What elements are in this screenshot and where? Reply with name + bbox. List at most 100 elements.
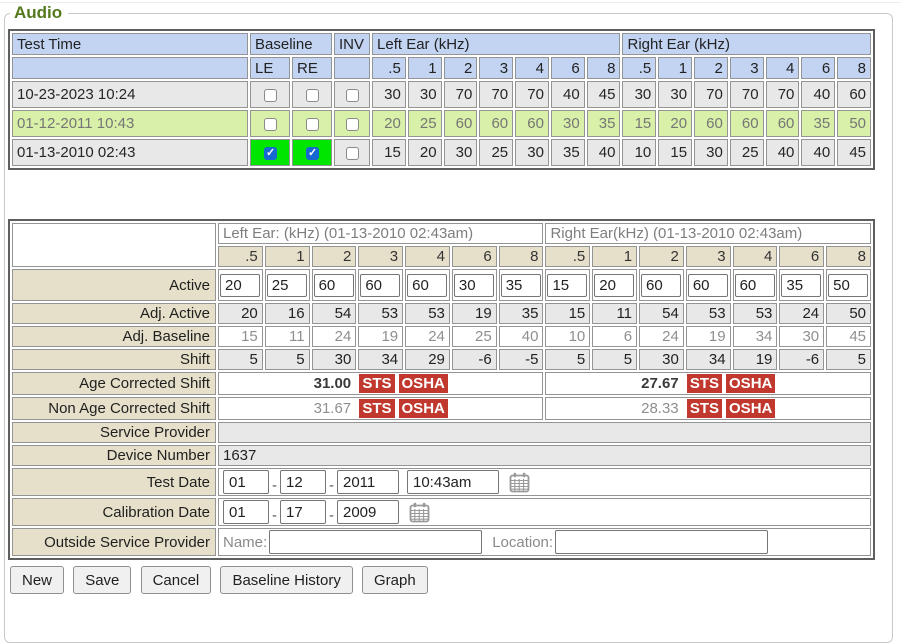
inv-checkbox[interactable] xyxy=(346,89,359,102)
inv-checkbox[interactable] xyxy=(346,147,359,160)
baseline-le-checkbox-checked[interactable] xyxy=(264,147,277,160)
baseline-re-cell[interactable] xyxy=(292,139,332,166)
active-threshold-input[interactable] xyxy=(407,274,447,297)
test-date-month-input[interactable] xyxy=(223,470,269,494)
new-button[interactable]: New xyxy=(10,566,64,594)
calibration-month-input[interactable] xyxy=(223,500,269,524)
baseline-history-button[interactable]: Baseline History xyxy=(220,566,352,594)
baseline-re-cell[interactable] xyxy=(292,110,332,137)
active-threshold-input[interactable] xyxy=(547,274,587,297)
date-separator: - xyxy=(329,477,334,494)
non-age-corrected-right-cell: 28.33 STSOSHA xyxy=(545,397,871,420)
adj-baseline-cell: 19 xyxy=(686,326,731,347)
threshold-cell: 20 xyxy=(658,110,692,137)
adj-active-cell: 53 xyxy=(733,303,778,324)
adj-baseline-cell: 24 xyxy=(405,326,450,347)
baseline-le-cell[interactable] xyxy=(250,139,290,166)
inv-cell[interactable] xyxy=(334,110,370,137)
audio-tests-table: Test Time Baseline INV Left Ear (kHz) Ri… xyxy=(8,29,875,170)
baseline-re-cell[interactable] xyxy=(292,81,332,108)
baseline-le-cell[interactable] xyxy=(250,110,290,137)
adj-baseline-cell: 24 xyxy=(312,326,357,347)
col-inv: INV xyxy=(334,33,370,55)
active-threshold-input[interactable] xyxy=(360,274,400,297)
active-threshold-input[interactable] xyxy=(314,274,354,297)
test-date-year-input[interactable] xyxy=(337,470,399,494)
graph-button[interactable]: Graph xyxy=(362,566,428,594)
baseline-re-checkbox[interactable] xyxy=(306,89,319,102)
active-cell xyxy=(545,269,590,301)
freq-header: 1 xyxy=(592,246,637,267)
adj-baseline-cell: 40 xyxy=(499,326,544,347)
service-provider-row: Service Provider xyxy=(12,422,871,443)
active-threshold-input[interactable] xyxy=(454,274,494,297)
adj-baseline-cell: 34 xyxy=(733,326,778,347)
freq-header: 3 xyxy=(358,246,403,267)
freq-header: 6 xyxy=(801,57,835,79)
row-label: Device Number xyxy=(12,445,216,466)
inv-checkbox[interactable] xyxy=(346,118,359,131)
test-time-input[interactable] xyxy=(407,470,499,494)
active-threshold-input[interactable] xyxy=(688,274,728,297)
freq-header: 2 xyxy=(639,246,684,267)
threshold-cell: 15 xyxy=(372,139,406,166)
baseline-le-checkbox[interactable] xyxy=(264,89,277,102)
active-threshold-input[interactable] xyxy=(735,274,775,297)
col-right-ear: Right Ear (kHz) xyxy=(622,33,871,55)
baseline-le-cell[interactable] xyxy=(250,81,290,108)
calibration-day-input[interactable] xyxy=(280,500,326,524)
adj-baseline-cell: 30 xyxy=(779,326,824,347)
threshold-cell: 40 xyxy=(551,81,585,108)
audio-section: Audio Test Time Baseline INV Left Ear (k… xyxy=(4,3,893,643)
empty-corner-cell xyxy=(12,223,216,267)
freq-header: 4 xyxy=(515,57,549,79)
row-label: Adj. Active xyxy=(12,303,216,324)
shift-row: Shift 5 5 30 34 29 -6 -5 5 5 30 34 19 -6… xyxy=(12,349,871,370)
shift-cell: 29 xyxy=(405,349,450,370)
adj-baseline-cell: 15 xyxy=(218,326,263,347)
adj-baseline-cell: 10 xyxy=(545,326,590,347)
provider-name-input[interactable] xyxy=(269,530,482,554)
active-threshold-input[interactable] xyxy=(828,274,868,297)
save-button[interactable]: Save xyxy=(73,566,131,594)
active-cell xyxy=(452,269,497,301)
cancel-button[interactable]: Cancel xyxy=(141,566,212,594)
calibration-year-input[interactable] xyxy=(337,500,399,524)
active-threshold-input[interactable] xyxy=(220,274,260,297)
threshold-cell: 60 xyxy=(515,110,549,137)
active-threshold-input[interactable] xyxy=(594,274,634,297)
threshold-cell: 25 xyxy=(479,139,513,166)
calibration-date-row: Calibration Date -- xyxy=(12,498,871,526)
shift-cell: 34 xyxy=(358,349,403,370)
date-separator: - xyxy=(329,507,334,524)
test-date-day-input[interactable] xyxy=(280,470,326,494)
active-threshold-input[interactable] xyxy=(641,274,681,297)
provider-location-input[interactable] xyxy=(555,530,768,554)
inv-cell[interactable] xyxy=(334,81,370,108)
baseline-le-checkbox[interactable] xyxy=(264,118,277,131)
freq-header: .5 xyxy=(372,57,406,79)
adj-baseline-cell: 19 xyxy=(358,326,403,347)
tests-subheader-row: LE RE .5 1 2 3 4 6 8 .5 1 2 3 4 6 8 xyxy=(12,57,871,79)
baseline-re-checkbox[interactable] xyxy=(306,118,319,131)
col-test-time: Test Time xyxy=(12,33,248,55)
calendar-icon[interactable] xyxy=(509,472,530,493)
shift-cell: -6 xyxy=(779,349,824,370)
adj-active-cell: 54 xyxy=(639,303,684,324)
adj-active-cell: 19 xyxy=(452,303,497,324)
inv-cell[interactable] xyxy=(334,139,370,166)
freq-header: 1 xyxy=(408,57,442,79)
shift-cell: 5 xyxy=(218,349,263,370)
baseline-re-checkbox-checked[interactable] xyxy=(306,147,319,160)
active-threshold-input[interactable] xyxy=(781,274,821,297)
active-threshold-input[interactable] xyxy=(267,274,307,297)
active-cell xyxy=(639,269,684,301)
threshold-cell: 30 xyxy=(408,81,442,108)
non-age-corrected-left-cell: 31.67 STSOSHA xyxy=(218,397,543,420)
active-threshold-input[interactable] xyxy=(501,274,541,297)
calendar-icon[interactable] xyxy=(409,502,430,523)
age-corrected-right-value: 27.67 xyxy=(641,375,679,392)
age-corrected-right-cell: 27.67 STSOSHA xyxy=(545,372,871,395)
location-label: Location: xyxy=(492,534,553,551)
threshold-cell: 20 xyxy=(408,139,442,166)
